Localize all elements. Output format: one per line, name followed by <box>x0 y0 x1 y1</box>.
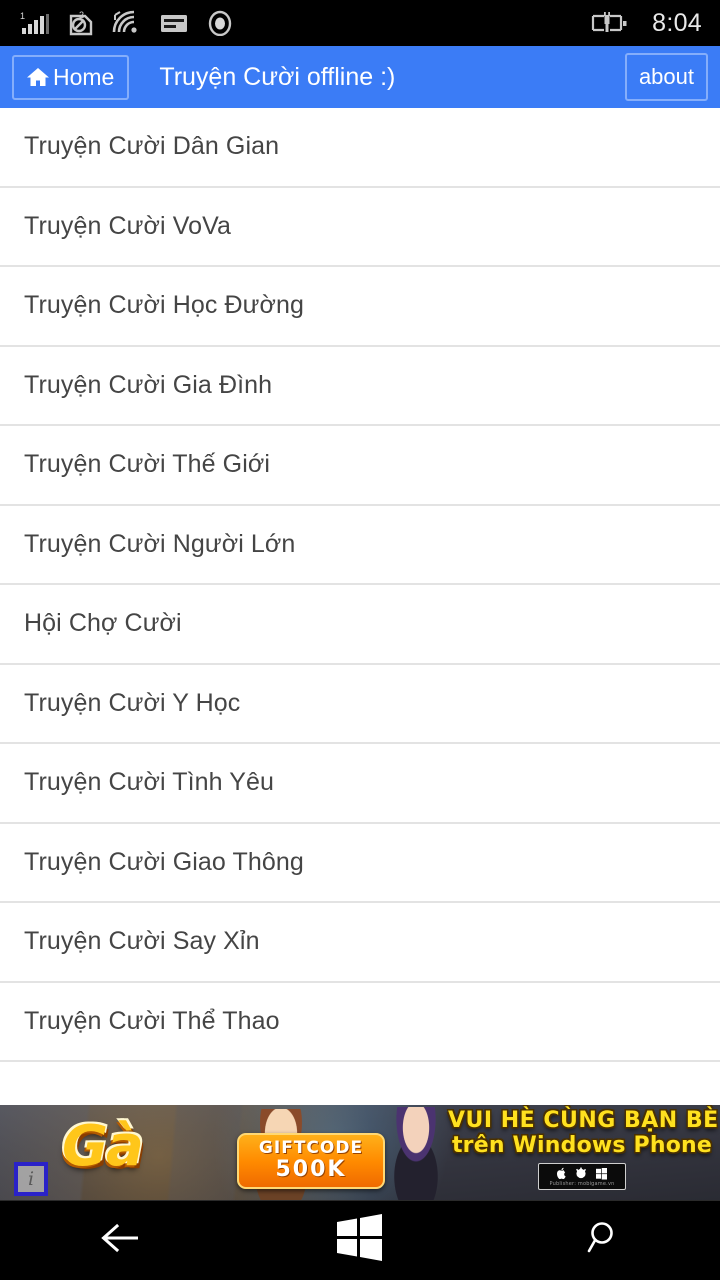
list-item-label: Truyện Cười Thế Giới <box>24 450 271 479</box>
home-button-label: Home <box>53 63 115 90</box>
apple-icon <box>557 1167 566 1179</box>
category-list: Truyện Cười Dân Gian Truyện Cười VoVa Tr… <box>0 108 720 1105</box>
back-button[interactable] <box>0 1201 240 1280</box>
windows-logo-icon <box>335 1212 385 1269</box>
home-icon <box>25 65 51 89</box>
status-bar-left-icons: 1 2 <box>20 10 234 37</box>
list-item-label: Truyện Cười Học Đường <box>24 291 305 320</box>
list-item-label: Truyện Cười Người Lớn <box>24 529 296 558</box>
status-bar: 1 2 8:04 <box>0 0 720 46</box>
wifi-icon <box>112 10 142 36</box>
status-bar-clock: 8:04 <box>652 8 702 37</box>
list-item[interactable]: Truyện Cười Say Xỉn <box>0 903 720 983</box>
svg-text:1: 1 <box>20 11 25 21</box>
list-item[interactable]: Truyện Cười Giao Thông <box>0 823 720 903</box>
list-item[interactable]: Truyện Cười Tình Yêu <box>0 744 720 824</box>
ad-giftcode-label: GIFTCODE <box>258 1138 364 1158</box>
list-item[interactable]: Truyện Cười Dân Gian <box>0 108 720 188</box>
list-item-label: Hội Chợ Cười <box>24 609 182 638</box>
list-item-label: Truyện Cười Tình Yêu <box>24 768 275 797</box>
ad-info-badge-label: i <box>27 1167 35 1190</box>
list-item[interactable]: Hội Chợ Cười <box>0 585 720 665</box>
list-item-label: Truyện Cười Dân Gian <box>24 132 280 161</box>
list-item[interactable]: Truyện Cười Thế Giới <box>0 426 720 506</box>
ad-character-right <box>378 1107 454 1200</box>
back-arrow-icon <box>98 1220 142 1261</box>
search-button[interactable] <box>480 1201 720 1280</box>
ad-platform-box: Publisher: mobigame.vn <box>538 1163 626 1190</box>
list-item-label: Truyện Cười Giao Thông <box>24 847 304 876</box>
about-button[interactable]: about <box>624 53 708 101</box>
windows-icon <box>596 1168 607 1180</box>
ad-giftcode-badge: GIFTCODE 500K <box>237 1133 385 1189</box>
sim2-roaming-icon: 2 <box>67 10 95 36</box>
bluetooth-circle-icon <box>206 10 234 37</box>
phone-screen: 1 2 8:04 Home Truyện Cười offline:) abo… <box>0 0 720 1280</box>
list-item-label: Truyện Cười Thể Thao <box>24 1006 280 1035</box>
ad-info-badge[interactable]: i <box>14 1162 48 1196</box>
list-item-label: Truyện Cười Say Xỉn <box>24 927 260 956</box>
ad-slogan-line-2: trên Windows Phone <box>451 1132 713 1158</box>
list-item[interactable]: Truyện Cười Học Đường <box>0 267 720 347</box>
list-item-label: Truyện Cười VoVa <box>24 211 232 240</box>
ad-giftcode-amount: 500K <box>275 1156 347 1182</box>
ad-slogan-line-1: VUI HÈ CÙNG BẠN BÈ <box>448 1108 719 1133</box>
list-item[interactable]: Truyện Cười Y Học <box>0 664 720 744</box>
system-nav-bar <box>0 1200 720 1280</box>
start-button[interactable] <box>240 1201 480 1280</box>
home-button[interactable]: Home <box>12 54 130 100</box>
app-header: Home Truyện Cười offline :) about <box>0 46 720 108</box>
search-icon <box>580 1218 620 1263</box>
ad-game-logo: Gà <box>62 1114 144 1179</box>
sim-card-icon <box>159 10 189 36</box>
page-title: Truyện Cười offline :) <box>159 62 396 91</box>
list-item[interactable]: Truyện Cười VoVa <box>0 187 720 267</box>
status-bar-right: 8:04 <box>590 9 702 38</box>
list-item-label: Truyện Cười Y Học <box>24 688 241 717</box>
list-item[interactable]: Truyện Cười Gia Đình <box>0 346 720 426</box>
android-icon <box>576 1167 587 1179</box>
ad-banner[interactable]: Gà GIFTCODE 500K VUI HÈ CÙNG BẠN BÈ trên… <box>0 1105 720 1200</box>
list-item-label: Truyện Cười Gia Đình <box>24 370 273 399</box>
list-item[interactable]: Truyện Cười Thể Thao <box>0 982 720 1062</box>
ad-platform-icons <box>556 1167 608 1180</box>
ad-slogan: VUI HÈ CÙNG BẠN BÈ trên Windows Phone <box>448 1108 719 1158</box>
ad-publisher-text: Publisher: mobigame.vn <box>549 1181 615 1187</box>
list-item[interactable]: Truyện Cười Người Lớn <box>0 505 720 585</box>
signal-strength-icon: 1 <box>20 10 50 36</box>
battery-charging-icon <box>590 10 634 36</box>
